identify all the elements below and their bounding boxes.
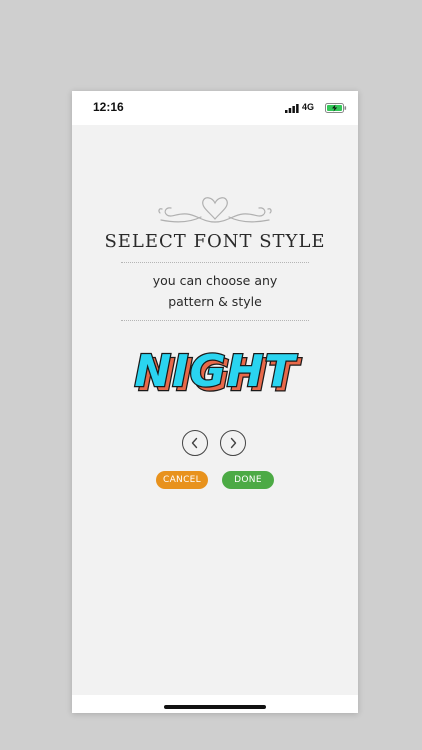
phone-screen: 12:16 4G SELECT FONT STYLE you can choos… — [72, 91, 358, 713]
heart-ornament-icon — [158, 197, 272, 223]
cellular-signal-icon — [285, 104, 299, 113]
divider — [121, 320, 309, 321]
bottom-bar — [72, 695, 358, 713]
network-type: 4G — [301, 102, 314, 112]
previous-style-button[interactable] — [182, 430, 208, 456]
status-bar: 12:16 4G — [72, 91, 358, 125]
font-preview: NIGHT NIGHT — [133, 345, 302, 402]
font-style-dialog: SELECT FONT STYLE you can choose any pat… — [72, 125, 358, 713]
done-button[interactable]: DONE — [222, 471, 274, 489]
subtitle-line: you can choose any — [152, 273, 278, 288]
chevron-right-icon — [230, 437, 237, 449]
subtitle-line: pattern & style — [168, 294, 262, 309]
dialog-subtitle: you can choose any pattern & style — [72, 270, 358, 312]
preview-text: NIGHT — [134, 346, 297, 397]
divider — [121, 262, 309, 263]
status-time: 12:16 — [93, 100, 124, 114]
home-indicator[interactable] — [164, 705, 266, 709]
battery-charging-icon — [325, 103, 347, 113]
dialog-title: SELECT FONT STYLE — [104, 231, 326, 252]
cancel-button[interactable]: CANCEL — [156, 471, 208, 489]
next-style-button[interactable] — [220, 430, 246, 456]
chevron-left-icon — [191, 437, 198, 449]
